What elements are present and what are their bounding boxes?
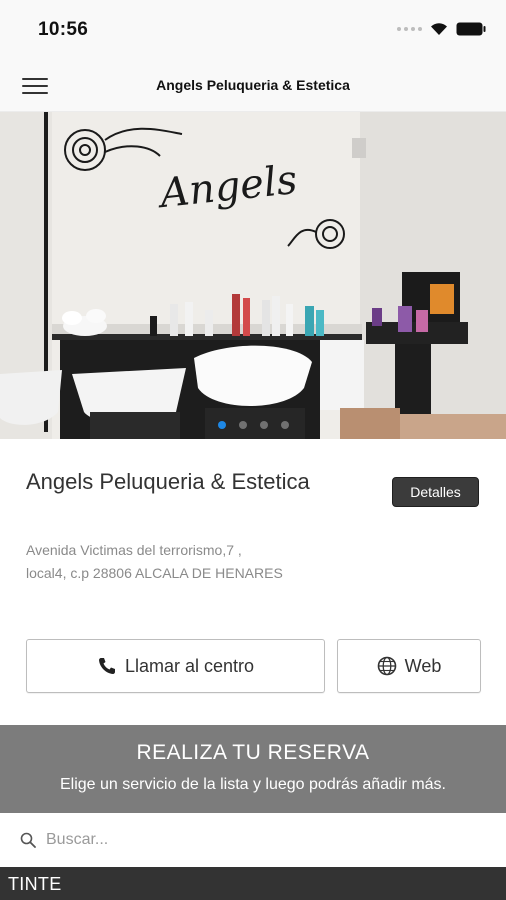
details-button[interactable]: Detalles [392, 477, 479, 507]
salon-name: Angels Peluqueria & Estetica [26, 469, 310, 494]
address-line-2: local4, c.p 28806 ALCALA DE HENARES [26, 565, 283, 581]
call-button[interactable]: Llamar al centro [26, 639, 325, 693]
pager-dot[interactable] [259, 421, 268, 429]
search-bar [0, 813, 506, 867]
salon-address: Avenida Victimas del terrorismo,7 , loca… [26, 539, 346, 585]
page-title: Angels Peluqueria & Estetica [156, 77, 350, 93]
status-time: 10:56 [38, 19, 89, 40]
call-button-label: Llamar al centro [124, 655, 255, 676]
search-icon [20, 832, 36, 853]
web-button[interactable]: Web [337, 639, 481, 693]
pager-dot[interactable] [280, 421, 289, 429]
booking-banner: REALIZA TU RESERVA Elige un servicio de … [0, 725, 506, 813]
carousel-pager [0, 421, 506, 429]
category-label: TINTE [8, 874, 62, 894]
status-bar: 10:56 [0, 0, 506, 62]
web-button-label: Web [404, 655, 442, 676]
category-header[interactable]: TINTE [0, 867, 506, 900]
address-line-1: Avenida Victimas del terrorismo,7 , [26, 542, 242, 558]
battery-icon [456, 22, 486, 36]
hero-image-carousel[interactable]: Angels [0, 112, 506, 439]
booking-subtitle: Elige un servicio de la lista y luego po… [60, 776, 446, 793]
nav-bar: Angels Peluqueria & Estetica [0, 62, 506, 112]
status-icons [397, 22, 486, 36]
wifi-icon [430, 22, 448, 36]
pager-dot[interactable] [238, 421, 247, 429]
salon-info: Angels Peluqueria & Estetica Detalles Av… [0, 439, 506, 725]
booking-title: REALIZA TU RESERVA [136, 741, 370, 764]
search-input[interactable] [46, 826, 486, 854]
signal-icon [397, 27, 422, 31]
pager-dot-active[interactable] [217, 421, 226, 429]
globe-icon [377, 656, 397, 676]
phone-icon [97, 656, 117, 676]
